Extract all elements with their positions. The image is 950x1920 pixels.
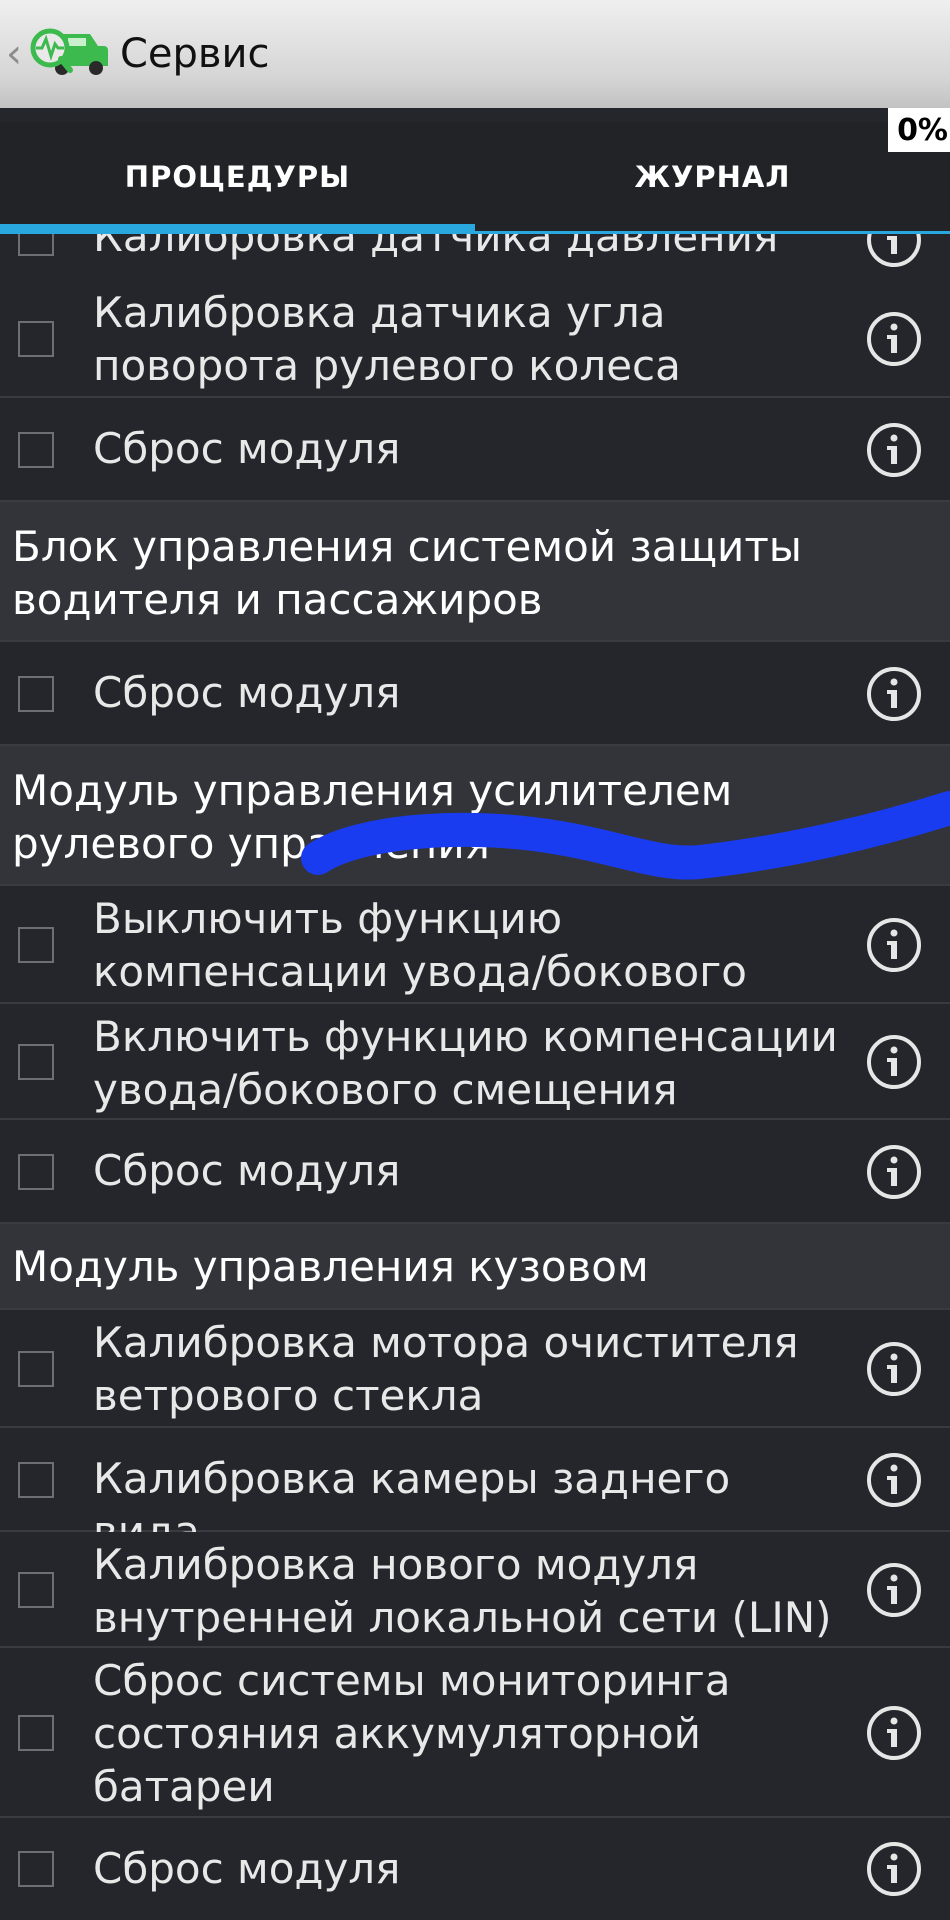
info-icon[interactable] — [866, 311, 922, 367]
list-item[interactable]: Калибровка датчика угла поворота рулевог… — [0, 280, 950, 398]
tab-active-indicator — [0, 224, 475, 234]
checkbox[interactable] — [18, 1715, 54, 1751]
list-item[interactable]: Сброс модуля — [0, 1120, 950, 1224]
info-icon[interactable] — [866, 917, 922, 973]
info-icon[interactable] — [866, 1452, 922, 1508]
chevron-left-icon[interactable]: ‹ — [6, 31, 26, 77]
list-item[interactable]: Сброс модуля — [0, 642, 950, 746]
list-item-label: Сброс системы мониторинга состояния акку… — [93, 1656, 731, 1811]
checkbox[interactable] — [18, 1851, 54, 1887]
checkbox[interactable] — [18, 927, 54, 963]
list-item-label: Калибровка нового модуля внутренней лока… — [93, 1540, 832, 1642]
info-icon[interactable] — [866, 1341, 922, 1397]
info-icon[interactable] — [866, 422, 922, 478]
progress-label: 0% — [888, 108, 950, 152]
list-item[interactable]: Калибровка камеры заднего вида — [0, 1428, 950, 1556]
section-title: Модуль управления кузовом — [12, 1242, 649, 1291]
checkbox[interactable] — [18, 1154, 54, 1190]
section-title: Модуль управления усилителем рулевого уп… — [12, 766, 733, 868]
list-item[interactable]: Калибровка мотора очистителя ветрового с… — [0, 1310, 950, 1428]
checkbox[interactable] — [18, 1044, 54, 1080]
list-item[interactable]: Сброс системы мониторинга состояния акку… — [0, 1648, 950, 1818]
info-icon[interactable] — [866, 1705, 922, 1761]
section-title: Блок управления системой защиты водителя… — [12, 522, 802, 624]
list-item-label: Сброс модуля — [93, 668, 401, 717]
section-header: Блок управления системой защиты водителя… — [0, 502, 950, 642]
app-title: Сервис — [120, 31, 270, 77]
title-bar: ‹ Сервис — [0, 0, 950, 108]
tab-bar: ПРОЦЕДУРЫ ЖУРНАЛ — [0, 122, 950, 232]
checkbox[interactable] — [18, 676, 54, 712]
checkbox[interactable] — [18, 321, 54, 357]
tab-procedures[interactable]: ПРОЦЕДУРЫ — [0, 122, 475, 232]
car-diagnostic-icon — [30, 28, 108, 75]
list-item-label: Калибровка мотора очистителя ветрового с… — [93, 1318, 799, 1420]
list-item-label: Включить функцию компенсации увода/боков… — [93, 1012, 838, 1114]
checkbox[interactable] — [18, 1462, 54, 1498]
list-item[interactable]: Калибровка нового модуля внутренней лока… — [0, 1532, 950, 1648]
checkbox[interactable] — [18, 1351, 54, 1387]
info-icon[interactable] — [866, 1144, 922, 1200]
section-header: Модуль управления кузовом — [0, 1224, 950, 1310]
info-icon[interactable] — [866, 1034, 922, 1090]
info-icon[interactable] — [866, 1562, 922, 1618]
checkbox[interactable] — [18, 432, 54, 468]
list-item[interactable]: Сброс модуля — [0, 398, 950, 502]
info-icon[interactable] — [866, 666, 922, 722]
list-item[interactable]: Включить функцию компенсации увода/боков… — [0, 1004, 950, 1120]
info-icon[interactable] — [866, 1841, 922, 1897]
list-item-label: Сброс модуля — [93, 1844, 401, 1893]
list-item[interactable]: Сброс модуля — [0, 1818, 950, 1920]
list-item-label: Сброс модуля — [93, 424, 401, 473]
list-item-label: Калибровка датчика угла поворота рулевог… — [93, 288, 681, 390]
list-item[interactable]: Выключить функцию компенсации увода/боко… — [0, 886, 950, 1049]
section-header: Модуль управления усилителем рулевого уп… — [0, 746, 950, 886]
list-item-label: Сброс модуля — [93, 1146, 401, 1195]
tab-journal[interactable]: ЖУРНАЛ — [475, 122, 950, 232]
checkbox[interactable] — [18, 1572, 54, 1608]
